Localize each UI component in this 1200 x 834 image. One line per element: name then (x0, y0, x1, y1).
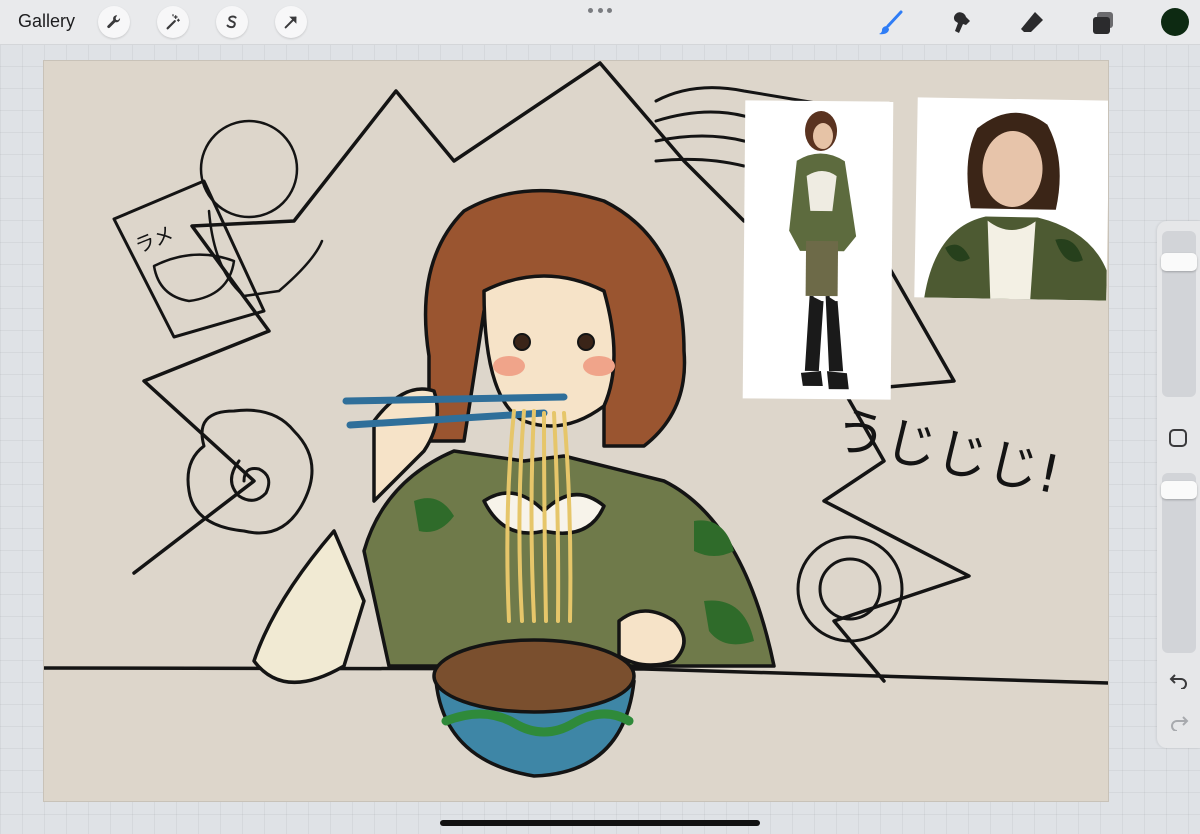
girl-sleeve (252, 529, 366, 685)
brush-size-knob[interactable] (1161, 253, 1197, 271)
eraser-icon (1021, 12, 1043, 32)
chibi-head-sketch (199, 119, 299, 219)
girl-eye-left (513, 333, 531, 351)
eraser-tool-button[interactable] (1015, 6, 1049, 40)
transform-button[interactable] (275, 6, 307, 38)
gallery-button[interactable]: Gallery (18, 11, 75, 32)
home-indicator[interactable] (440, 820, 760, 826)
package-bowl-sketch (152, 253, 236, 303)
brush-tool-button[interactable] (874, 6, 908, 40)
magic-wand-icon (166, 14, 180, 30)
redo-icon (1171, 716, 1189, 731)
girl-blush-right (583, 356, 615, 376)
drawing-canvas[interactable]: うじじじ! ラメ (44, 61, 1108, 801)
ring-sketch-outer (796, 535, 904, 643)
selection-button[interactable] (216, 6, 248, 38)
bowl-rim-broth (432, 638, 636, 714)
girl-face (482, 274, 616, 428)
opacity-slider[interactable] (1161, 473, 1197, 653)
noodle-package-sketch (112, 179, 266, 339)
top-toolbar: Gallery (0, 0, 1200, 45)
actions-button[interactable] (98, 6, 130, 38)
package-text: ラメ (131, 221, 177, 258)
handwritten-exclamation: うじじじ! (829, 400, 1065, 506)
girl-eye-right (577, 333, 595, 351)
more-dots-handle[interactable] (588, 8, 612, 16)
brush-icon (879, 10, 903, 35)
undo-button[interactable] (1167, 667, 1191, 691)
smudge-tool-button[interactable] (944, 6, 978, 40)
redo-button[interactable] (1167, 709, 1191, 733)
opacity-knob[interactable] (1161, 481, 1197, 499)
reference-figure-portrait (924, 112, 1107, 301)
transform-arrow-icon (284, 16, 297, 29)
brush-sidebar (1157, 221, 1200, 748)
girl-blush-left (493, 356, 525, 376)
selection-s-icon (226, 15, 237, 29)
undo-icon (1169, 674, 1187, 689)
brush-size-slider[interactable] (1161, 231, 1197, 397)
wrench-icon (107, 15, 121, 29)
smudge-icon (953, 12, 970, 34)
layers-icon (1093, 12, 1113, 34)
layers-button[interactable] (1086, 6, 1120, 40)
modify-square-icon[interactable] (1169, 429, 1187, 447)
reference-photo-portrait[interactable] (914, 97, 1108, 301)
fist (617, 609, 686, 667)
reference-figure-full (789, 111, 857, 390)
ring-sketch-inner (818, 557, 882, 621)
reference-photo-full-body[interactable] (742, 100, 894, 400)
narutomaki-sketch (186, 408, 314, 535)
color-swatch-button[interactable] (1161, 8, 1189, 36)
adjustments-button[interactable] (157, 6, 189, 38)
